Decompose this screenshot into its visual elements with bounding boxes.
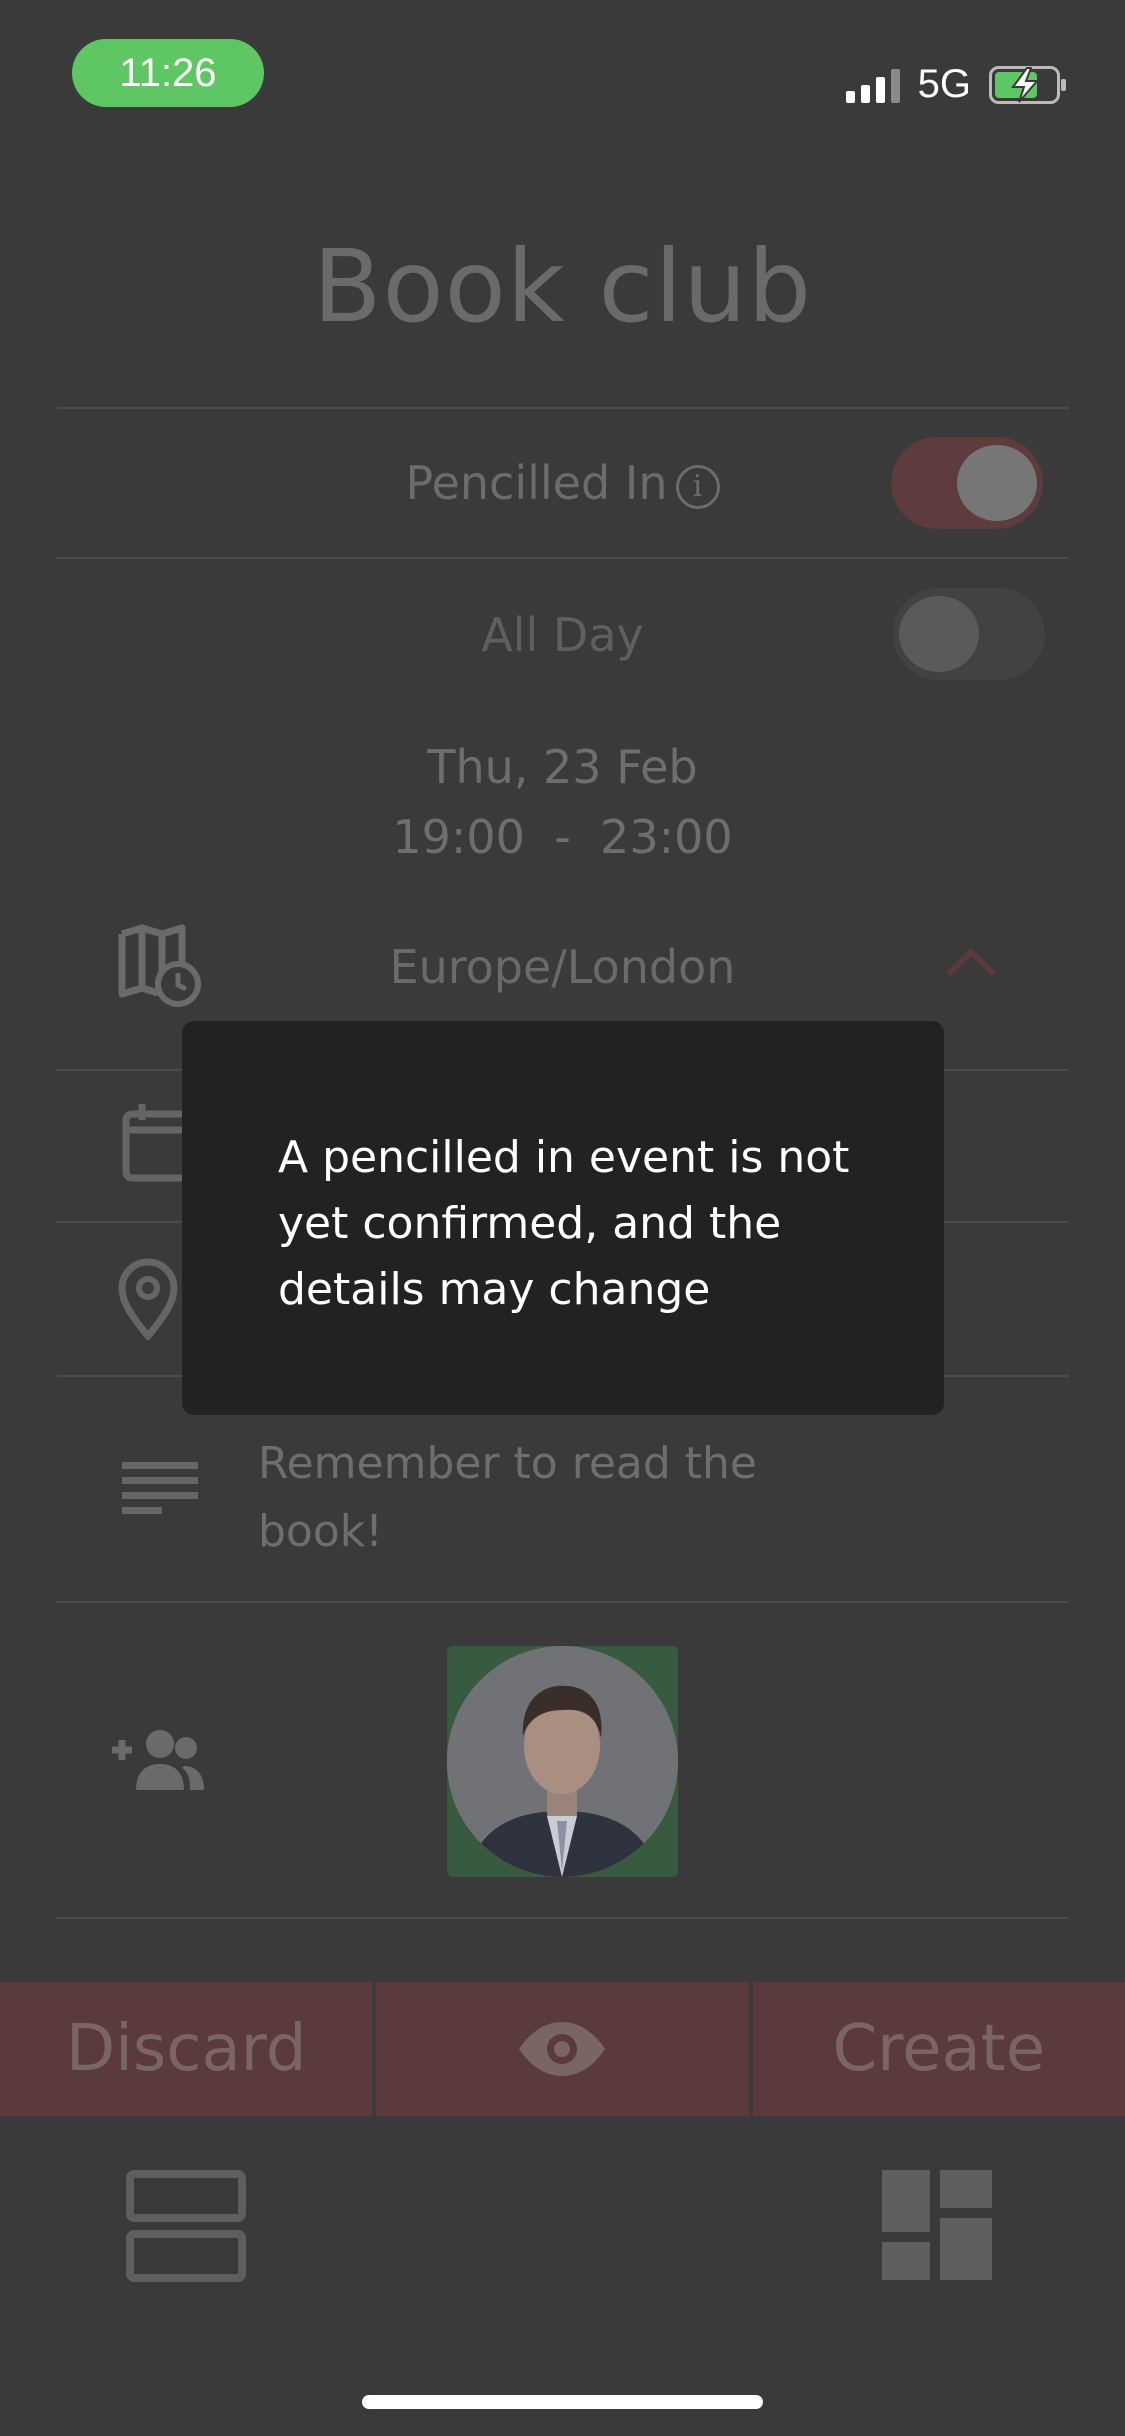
divider [57, 557, 1069, 559]
notes-icon [122, 1462, 198, 1514]
status-icons: 5G [845, 62, 1067, 107]
create-button[interactable]: Create [752, 1982, 1125, 2116]
network-label: 5G [917, 62, 971, 106]
location-pin-icon [118, 1258, 178, 1340]
event-time-range[interactable]: 19:00 - 23:00 [0, 810, 1125, 864]
pencilled-in-toggle[interactable] [891, 437, 1043, 529]
pencilled-in-tooltip: A pencilled in event is not yet confirme… [182, 1021, 944, 1415]
list-view-icon[interactable] [126, 2170, 246, 2282]
pencilled-in-label: Pencilled In [405, 456, 668, 510]
end-time[interactable]: 23:00 [600, 810, 733, 864]
add-people-icon[interactable] [110, 1728, 206, 1794]
action-bar: Discard Create [0, 1982, 1125, 2116]
divider [57, 1917, 1069, 1919]
start-time[interactable]: 19:00 [392, 810, 525, 864]
divider [57, 407, 1069, 409]
dashboard-icon[interactable] [882, 2170, 992, 2280]
chevron-up-icon[interactable] [944, 946, 998, 978]
battery-charging-icon [989, 65, 1066, 104]
status-time: 11:26 [72, 39, 264, 107]
attendee-avatar[interactable] [447, 1646, 678, 1877]
divider [57, 1601, 1069, 1603]
toggle-knob [957, 445, 1037, 521]
signal-icon [845, 67, 900, 103]
event-date[interactable]: Thu, 23 Feb [0, 740, 1125, 794]
person-photo [447, 1646, 678, 1877]
preview-button[interactable] [376, 1982, 749, 2116]
event-title[interactable]: Book club [0, 228, 1125, 345]
toggle-knob [899, 596, 979, 672]
home-indicator[interactable] [362, 2395, 763, 2409]
time-separator: - [554, 810, 571, 864]
avatar [447, 1646, 678, 1877]
discard-button[interactable]: Discard [0, 1982, 373, 2116]
eye-icon [519, 2022, 606, 2076]
all-day-toggle[interactable] [893, 588, 1045, 680]
info-icon[interactable]: i [675, 464, 720, 509]
tooltip-message: A pencilled in event is not yet confirme… [278, 1132, 850, 1315]
event-notes[interactable]: Remember to read the book! [258, 1430, 818, 1566]
